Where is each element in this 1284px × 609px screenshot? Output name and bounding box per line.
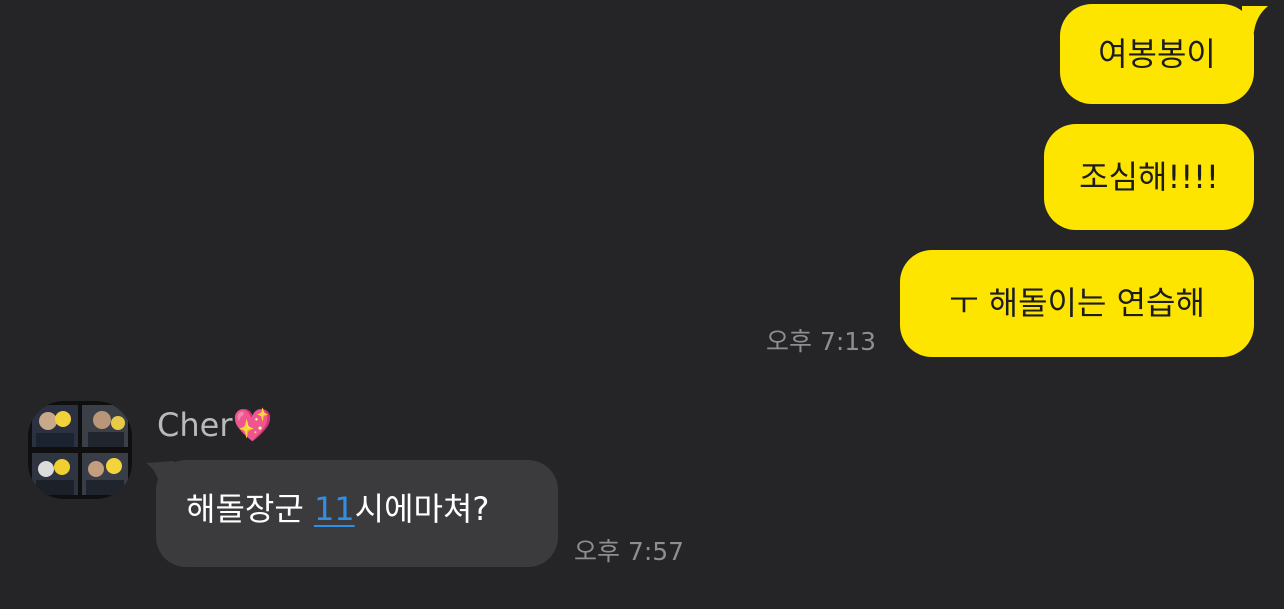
avatar-photo-cell [82, 453, 128, 495]
time-link[interactable]: 11 [314, 490, 355, 528]
incoming-message[interactable]: 해돌장군 11시에마쳐? [156, 460, 558, 567]
avatar-photo-cell [32, 405, 78, 447]
sender-name: Cher💖 [157, 406, 273, 444]
outgoing-message[interactable]: 조심해!!!! [1044, 124, 1254, 230]
message-text: 조심해!!!! [1079, 158, 1219, 196]
avatar-photo-cell [32, 453, 78, 495]
message-text: 해돌장군 [186, 490, 314, 528]
outgoing-message[interactable]: 여봉봉이 [1060, 4, 1254, 104]
avatar-photo-cell [82, 405, 128, 447]
message-text: 여봉봉이 [1098, 35, 1216, 73]
avatar[interactable] [28, 401, 132, 499]
bubble-tail [1242, 6, 1268, 32]
message-text: ㅜ 해돌이는 연습해 [949, 284, 1205, 322]
outgoing-message[interactable]: ㅜ 해돌이는 연습해 [900, 250, 1254, 357]
message-timestamp: 오후 7:57 [574, 537, 685, 566]
message-text: 시에마쳐? [354, 490, 490, 528]
message-timestamp: 오후 7:13 [766, 327, 877, 356]
chat-view[interactable]: 여봉봉이 조심해!!!! ㅜ 해돌이는 연습해 오후 7:13 Cher💖 해돌… [0, 0, 1284, 609]
